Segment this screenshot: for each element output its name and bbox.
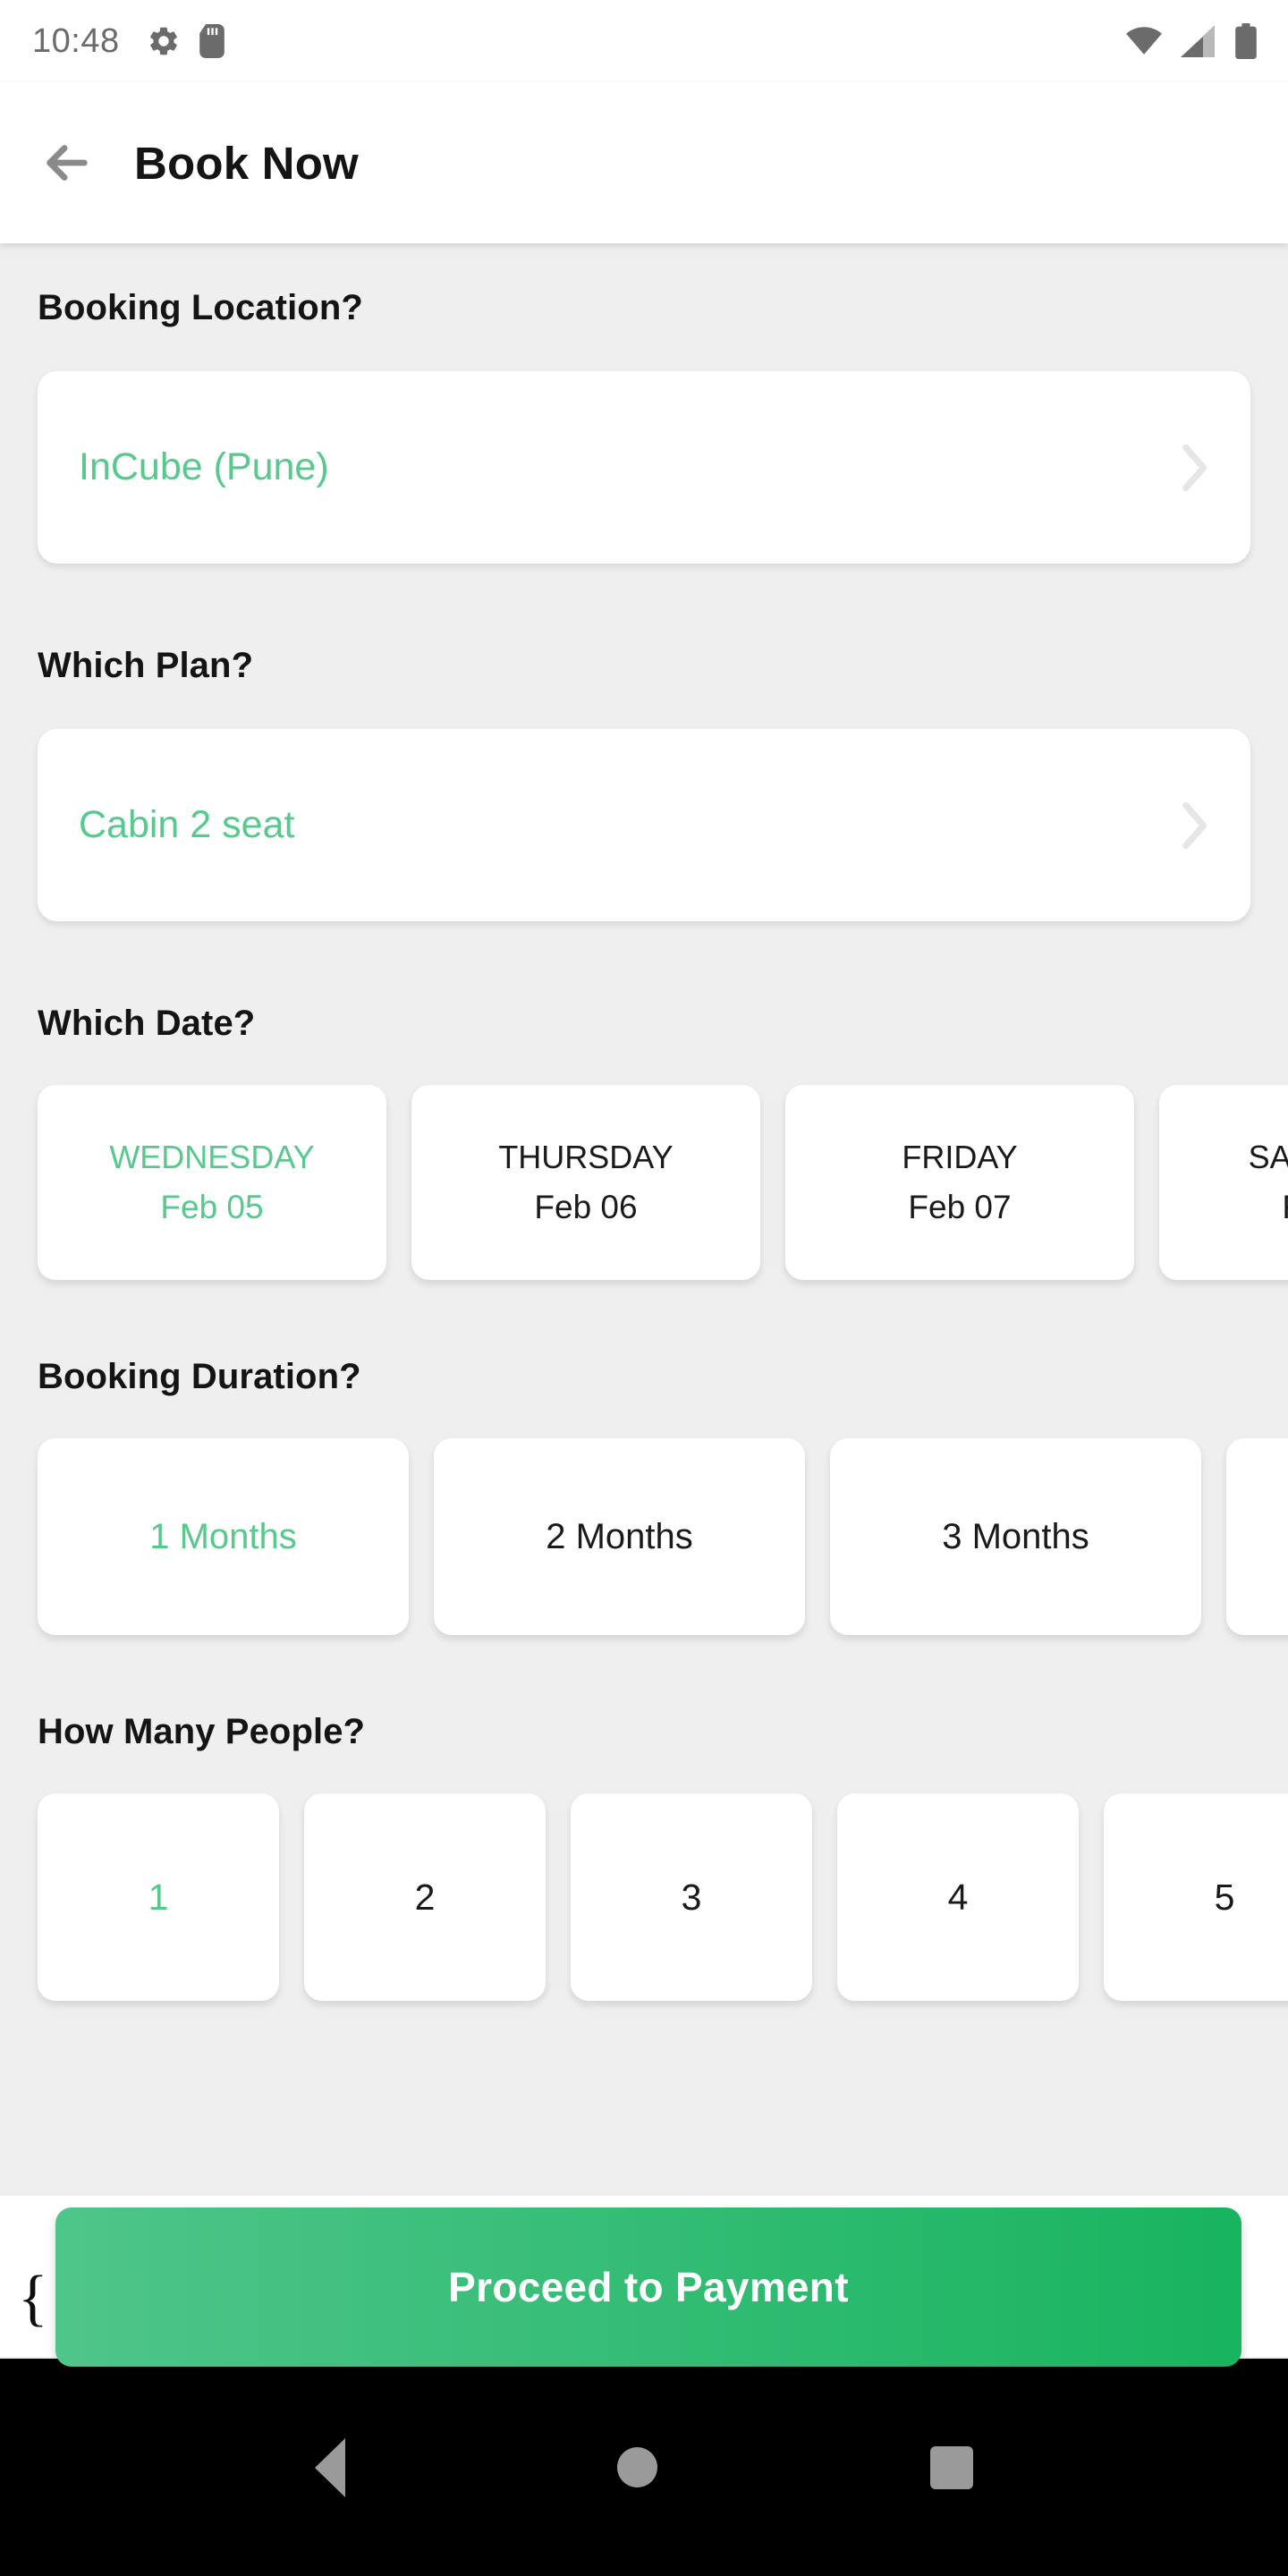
phone-screen: 10:48 Book Now Booking Location? InCube … — [0, 0, 1288, 2576]
date-option[interactable]: WEDNESDAY Feb 05 — [38, 1085, 386, 1280]
date-option-weekday: THURSDAY — [498, 1139, 674, 1175]
booking-location-value: InCube (Pune) — [79, 445, 329, 488]
cellular-signal-icon — [1181, 25, 1215, 57]
chevron-right-icon — [1182, 444, 1208, 491]
sd-card-icon — [199, 24, 225, 58]
people-option[interactable]: 4 — [837, 1793, 1079, 2001]
status-bar-clock: 10:48 — [32, 21, 120, 60]
people-option-label: 3 — [681, 1876, 702, 1918]
battery-icon — [1235, 23, 1257, 59]
section-title-plan: Which Plan? — [38, 646, 254, 685]
people-option-label: 2 — [414, 1876, 436, 1918]
date-option-day: Feb 08 — [1282, 1189, 1288, 1226]
date-option[interactable]: FRIDAY Feb 07 — [785, 1085, 1134, 1280]
people-option-label: 1 — [148, 1876, 169, 1918]
status-bar-left-icons — [147, 24, 225, 58]
date-option-weekday: SATURDAY — [1248, 1139, 1288, 1175]
date-option[interactable]: SATURDAY Feb 08 — [1159, 1085, 1288, 1280]
status-bar-right-icons — [1125, 23, 1258, 59]
date-option-day: Feb 06 — [534, 1189, 638, 1225]
proceed-to-payment-button[interactable]: Proceed to Payment — [55, 2207, 1241, 2367]
android-navigation-bar — [0, 2359, 1288, 2576]
nav-recents-icon[interactable] — [929, 2445, 973, 2489]
app-bar: Book Now — [0, 82, 1288, 243]
nav-home-icon[interactable] — [617, 2447, 658, 2487]
date-option-day: Feb 07 — [908, 1189, 1012, 1225]
date-option[interactable]: THURSDAY Feb 06 — [411, 1085, 760, 1280]
people-option-label: 4 — [947, 1876, 969, 1918]
section-title-location: Booking Location? — [38, 288, 363, 327]
booking-plan-selector[interactable]: Cabin 2 seat — [38, 729, 1250, 921]
people-options-row[interactable]: 123456 — [0, 1752, 1288, 2001]
duration-options-row[interactable]: 1 Months 2 Months 3 Months 4 Months — [0, 1397, 1288, 1635]
date-option-weekday: FRIDAY — [902, 1139, 1018, 1175]
booking-form-scroll[interactable]: Booking Location? InCube (Pune) Which Pl… — [0, 243, 1288, 2196]
page-title: Book Now — [134, 137, 359, 189]
date-option-weekday: WEDNESDAY — [109, 1139, 315, 1175]
people-option-label: 5 — [1214, 1876, 1235, 1918]
people-option[interactable]: 3 — [571, 1793, 812, 2001]
booking-plan-value: Cabin 2 seat — [79, 803, 295, 846]
date-options-row[interactable]: WEDNESDAY Feb 05 THURSDAY Feb 06 FRIDAY Feb 0… — [0, 1044, 1288, 1280]
back-button[interactable] — [0, 137, 134, 189]
arrow-left-icon — [47, 145, 88, 181]
people-option[interactable]: 5 — [1104, 1793, 1288, 2001]
status-bar: 10:48 — [0, 0, 1288, 82]
people-option[interactable]: 2 — [304, 1793, 546, 2001]
duration-option-label: 1 Months — [149, 1516, 297, 1556]
section-title-people: How Many People? — [38, 1712, 366, 1751]
booking-location-selector[interactable]: InCube (Pune) — [38, 371, 1250, 564]
duration-option-label: 2 Months — [546, 1516, 693, 1556]
chevron-right-icon — [1182, 801, 1208, 849]
duration-option[interactable]: 2 Months — [434, 1438, 805, 1635]
section-title-date: Which Date? — [38, 1004, 256, 1043]
section-title-duration: Booking Duration? — [38, 1357, 361, 1396]
wifi-icon — [1126, 27, 1162, 55]
duration-option-label: 3 Months — [942, 1516, 1089, 1556]
duration-option[interactable]: 1 Months — [38, 1438, 409, 1635]
stray-brace-glyph: { — [18, 2264, 48, 2333]
duration-option[interactable]: 3 Months — [830, 1438, 1201, 1635]
people-option[interactable]: 1 — [38, 1793, 279, 2001]
gear-icon — [149, 27, 177, 55]
date-option-day: Feb 05 — [160, 1189, 264, 1225]
duration-option[interactable]: 4 Months — [1226, 1438, 1288, 1635]
nav-back-icon[interactable] — [315, 2437, 346, 2497]
